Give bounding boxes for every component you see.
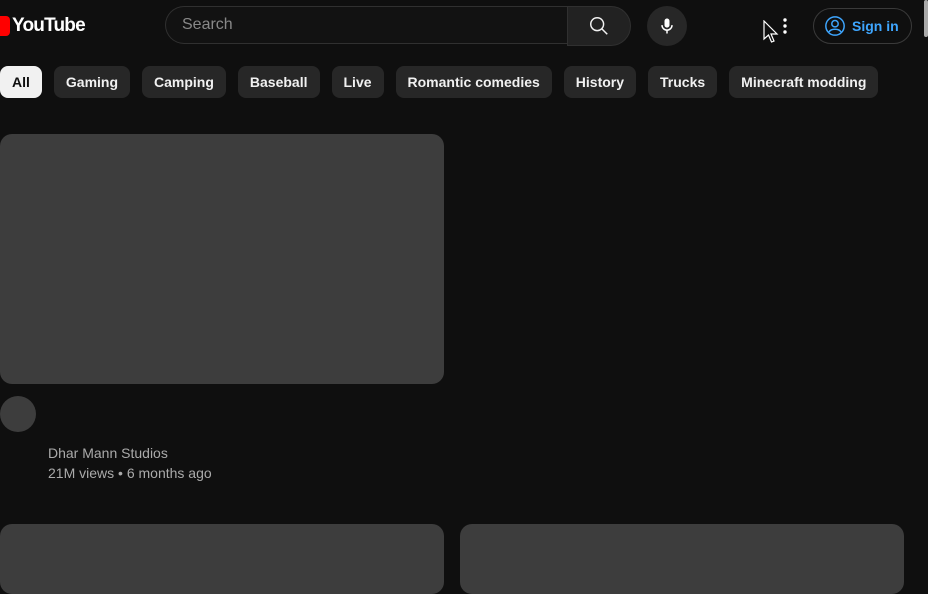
upload-age: 6 months ago (126, 465, 212, 481)
more-vert-icon (783, 18, 787, 34)
chip-all[interactable]: All (0, 66, 42, 98)
view-count: 21M views (48, 465, 115, 481)
chip-romantic-comedies[interactable]: Romantic comedies (395, 66, 552, 98)
chip-live[interactable]: Live (331, 66, 384, 98)
sign-in-button[interactable]: Sign in (813, 8, 912, 44)
channel-avatar[interactable] (0, 396, 36, 432)
youtube-logo-icon (0, 16, 10, 36)
meta-separator: • (118, 465, 123, 481)
category-chips-bar: All Gaming Camping Baseball Live Romanti… (0, 66, 879, 98)
account-circle-icon (825, 16, 845, 36)
video-stats: 21M views • 6 months ago (48, 465, 212, 481)
youtube-logo[interactable]: YouTube (0, 12, 86, 40)
chip-camping[interactable]: Camping (142, 66, 226, 98)
video-thumbnail[interactable] (460, 524, 904, 594)
chip-baseball[interactable]: Baseball (237, 66, 320, 98)
logo-text: YouTube (12, 15, 86, 36)
sign-in-label: Sign in (852, 18, 899, 34)
channel-name[interactable]: Dhar Mann Studios (48, 445, 168, 461)
search-box[interactable] (165, 6, 567, 44)
video-thumbnail[interactable] (0, 134, 444, 384)
search-input[interactable] (166, 7, 567, 43)
chip-history[interactable]: History (563, 66, 637, 98)
mouse-cursor-icon (763, 20, 779, 43)
voice-search-button[interactable] (647, 6, 687, 46)
chip-trucks[interactable]: Trucks (648, 66, 718, 98)
page-scrollbar[interactable] (924, 0, 928, 37)
mic-icon (661, 18, 673, 34)
search-button[interactable] (567, 6, 631, 46)
video-thumbnail[interactable] (0, 524, 444, 594)
chip-minecraft-modding[interactable]: Minecraft modding (729, 66, 879, 98)
search-icon (590, 17, 608, 35)
chip-gaming[interactable]: Gaming (53, 66, 131, 98)
